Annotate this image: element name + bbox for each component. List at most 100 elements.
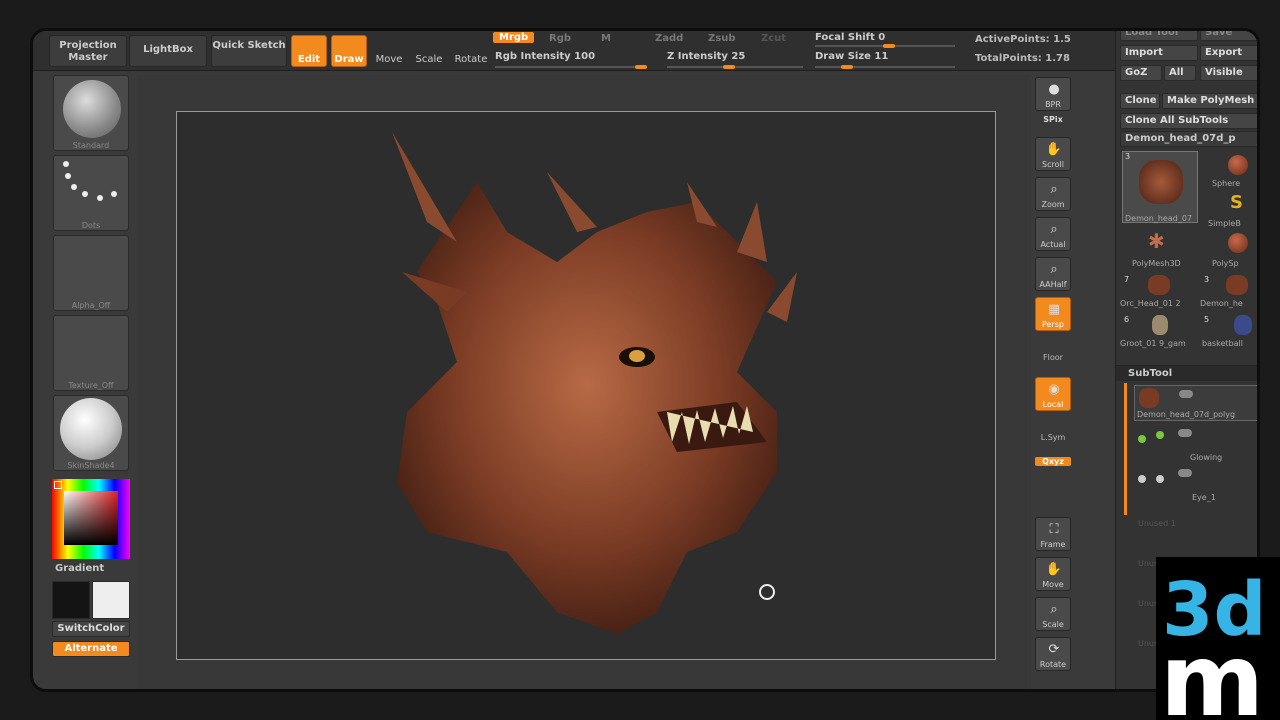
z-intensity-slider[interactable]: Z Intensity 25 — [667, 51, 745, 62]
top-shelf: Projection Master LightBox Quick Sketch … — [33, 31, 1257, 71]
move-mode-button[interactable]: Move — [371, 35, 407, 67]
subtool-row-demon[interactable]: Demon_head_07d_polyg — [1134, 385, 1257, 421]
rotate-label: Rotate — [1039, 660, 1067, 669]
basketball-figure-icon[interactable] — [1234, 315, 1252, 335]
rgb-toggle[interactable]: Rgb — [549, 33, 571, 44]
color-square[interactable] — [64, 491, 118, 545]
z-intensity-track[interactable] — [667, 66, 803, 68]
subtool-scrollbar[interactable] — [1124, 383, 1127, 515]
clone-all-subtools-button[interactable]: Clone All SubTools — [1120, 113, 1257, 129]
draw-size-slider[interactable]: Draw Size 11 — [815, 51, 888, 62]
focal-shift-slider[interactable]: Focal Shift 0 — [815, 32, 885, 43]
color-picker[interactable] — [52, 479, 130, 559]
polymesh-star-icon[interactable]: ✱ — [1148, 231, 1168, 251]
scale-button[interactable]: ⌕ Scale — [1035, 597, 1071, 631]
persp-button[interactable]: ▦ Persp — [1035, 297, 1071, 331]
subtool-name: Demon_head_07d_polyg — [1137, 410, 1236, 419]
visibility-icon[interactable] — [1178, 469, 1192, 477]
scale-mode-label: Scale — [415, 54, 443, 65]
rotate-mode-button[interactable]: Rotate — [451, 35, 491, 67]
bpr-icon: ● — [1048, 82, 1060, 97]
lightbox-button[interactable]: LightBox — [129, 35, 207, 67]
export-button[interactable]: Export — [1200, 45, 1257, 61]
total-points-readout: TotalPoints: 1.78 — [975, 53, 1070, 64]
alpha-selector[interactable]: Alpha_Off — [53, 235, 129, 311]
visible-button[interactable]: Visible — [1200, 65, 1257, 81]
draw-button[interactable]: Draw — [331, 35, 367, 67]
orc-head-icon[interactable] — [1148, 275, 1170, 295]
move-button[interactable]: ✋ Move — [1035, 557, 1071, 591]
demon-head-icon[interactable] — [1226, 275, 1248, 295]
tool-count-orc: 7 — [1124, 275, 1130, 284]
edit-button[interactable]: Edit — [291, 35, 327, 67]
aahalf-button[interactable]: ⌕ AAHalf — [1035, 257, 1071, 291]
simple-brush-icon[interactable]: S — [1230, 193, 1246, 213]
zoom-button[interactable]: ⌕ Zoom — [1035, 177, 1071, 211]
actual-label: Actual — [1040, 240, 1066, 249]
local-button[interactable]: ◉ Local — [1035, 377, 1071, 411]
alternate-button[interactable]: Alternate — [52, 641, 130, 657]
tool-count-groot: 6 — [1124, 315, 1130, 324]
make-polymesh-button[interactable]: Make PolyMesh — [1162, 93, 1257, 109]
tool-label-polymesh3d: PolyMesh3D — [1132, 259, 1181, 268]
zsub-toggle[interactable]: Zsub — [708, 33, 735, 44]
frame-button[interactable]: ⛶ Frame — [1035, 517, 1071, 551]
clone-button[interactable]: Clone — [1120, 93, 1160, 109]
rgb-intensity-track[interactable] — [495, 66, 645, 68]
draw-size-track[interactable] — [815, 66, 955, 68]
alpha-label: Alpha_Off — [71, 301, 111, 310]
glow-dot-icon — [1156, 431, 1164, 439]
switch-color-button[interactable]: SwitchColor — [52, 621, 130, 637]
brush-selector[interactable]: Standard — [53, 75, 129, 151]
rgb-intensity-handle[interactable] — [635, 65, 647, 69]
load-tool-button[interactable]: Load Tool — [1120, 31, 1198, 41]
lsym-button[interactable]: L.Sym — [1035, 433, 1071, 442]
scroll-label: Scroll — [1042, 160, 1064, 169]
draw-size-handle[interactable] — [841, 65, 853, 69]
current-tool-name[interactable]: Demon_head_07d_p — [1120, 131, 1257, 147]
aahalf-label: AAHalf — [1039, 280, 1067, 289]
mrgb-toggle[interactable]: Mrgb — [493, 32, 535, 43]
viewport-canvas[interactable] — [176, 111, 996, 660]
visibility-icon[interactable] — [1179, 390, 1193, 398]
spix-slider[interactable]: SPix — [1035, 115, 1071, 124]
zadd-toggle[interactable]: Zadd — [655, 33, 683, 44]
all-button[interactable]: All — [1164, 65, 1196, 81]
texture-selector[interactable]: Texture_Off — [53, 315, 129, 391]
tool-label-polysp: PolySp — [1212, 259, 1239, 268]
secondary-color-swatch[interactable] — [92, 581, 130, 619]
scale-mode-button[interactable]: Scale — [411, 35, 447, 67]
local-label: Local — [1042, 400, 1064, 409]
z-intensity-handle[interactable] — [723, 65, 735, 69]
polysphere-icon[interactable] — [1228, 233, 1248, 253]
floor-button[interactable]: Floor — [1035, 353, 1071, 362]
main-color-swatch[interactable] — [52, 581, 90, 619]
actual-button[interactable]: ⌕ Actual — [1035, 217, 1071, 251]
zcut-toggle[interactable]: Zcut — [761, 33, 786, 44]
gradient-toggle[interactable]: Gradient — [55, 563, 104, 574]
magnifier-icon: ⌕ — [1050, 222, 1058, 237]
xyz-button[interactable]: Qxyz — [1035, 457, 1071, 466]
save-button[interactable]: Save — [1200, 31, 1257, 41]
move-mode-label: Move — [375, 54, 403, 65]
visibility-icon[interactable] — [1178, 429, 1192, 437]
stroke-selector[interactable]: Dots — [53, 155, 129, 231]
m-toggle[interactable]: M — [601, 33, 611, 44]
focal-shift-handle[interactable] — [883, 44, 895, 48]
rotate-button[interactable]: ⟳ Rotate — [1035, 637, 1071, 671]
material-selector[interactable]: SkinShade4 — [53, 395, 129, 471]
bpr-button[interactable]: ● BPR — [1035, 77, 1071, 111]
scroll-button[interactable]: ✋ Scroll — [1035, 137, 1071, 171]
tool-thumb-demon[interactable]: 3 Demon_head_07 — [1122, 151, 1198, 223]
subtool-header[interactable]: SubTool — [1116, 365, 1257, 381]
import-button[interactable]: Import — [1120, 45, 1198, 61]
quick-sketch-button[interactable]: Quick Sketch — [211, 35, 287, 67]
goz-button[interactable]: GoZ — [1120, 65, 1162, 81]
sphere-icon[interactable] — [1228, 155, 1248, 175]
glow-dot-icon — [1138, 435, 1146, 443]
rgb-intensity-slider[interactable]: Rgb Intensity 100 — [495, 51, 595, 62]
groot-icon[interactable] — [1152, 315, 1168, 335]
projection-master-button[interactable]: Projection Master — [49, 35, 127, 67]
tool-label-orc: Orc_Head_01 2 — [1120, 299, 1181, 308]
tool-label: Demon_head_07 — [1125, 214, 1192, 223]
